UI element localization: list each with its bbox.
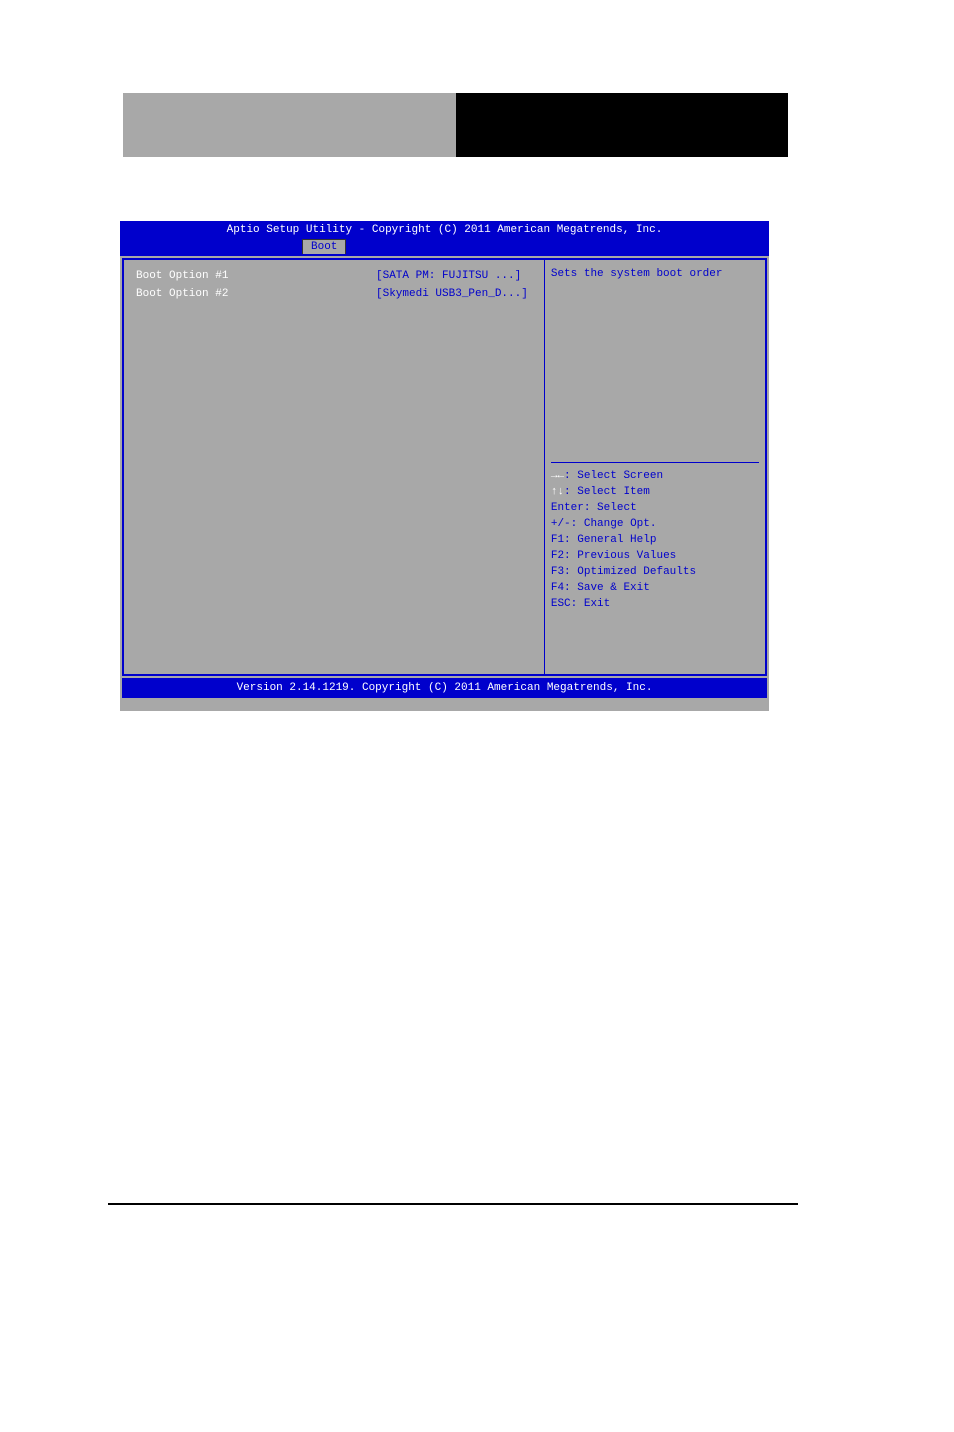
bios-settings-panel: Boot Option #1 [SATA PM: FUJITSU ...] Bo… bbox=[124, 260, 544, 674]
boot-option-row[interactable]: Boot Option #2 [Skymedi USB3_Pen_D...] bbox=[136, 286, 532, 303]
key-hint: ESC: Exit bbox=[551, 597, 759, 613]
key-hint: →←: Select Screen bbox=[551, 469, 759, 485]
key-arrows-ud-icon: ↑↓ bbox=[551, 486, 564, 498]
key-hint: +/-: Change Opt. bbox=[551, 517, 759, 533]
key-hint: Enter: Select bbox=[551, 501, 759, 517]
bios-key-legend: →←: Select Screen ↑↓: Select Item Enter:… bbox=[551, 463, 759, 612]
bios-main-panel: Boot Option #1 [SATA PM: FUJITSU ...] Bo… bbox=[122, 258, 767, 676]
tab-boot[interactable]: Boot bbox=[302, 239, 346, 254]
bios-help-text: Sets the system boot order bbox=[551, 268, 759, 463]
bios-help-panel: Sets the system boot order →←: Select Sc… bbox=[544, 260, 765, 674]
header-black bbox=[456, 93, 789, 157]
header-grey bbox=[123, 93, 456, 157]
bios-version-footer: Version 2.14.1219. Copyright (C) 2011 Am… bbox=[122, 678, 767, 698]
bios-screenshot: Aptio Setup Utility - Copyright (C) 2011… bbox=[120, 221, 769, 711]
key-hint: F2: Previous Values bbox=[551, 549, 759, 565]
boot-option-label: Boot Option #1 bbox=[136, 268, 376, 285]
key-hint: ↑↓: Select Item bbox=[551, 485, 759, 501]
boot-option-value: [Skymedi USB3_Pen_D...] bbox=[376, 286, 528, 303]
boot-option-label: Boot Option #2 bbox=[136, 286, 376, 303]
key-hint: F1: General Help bbox=[551, 533, 759, 549]
key-hint: F3: Optimized Defaults bbox=[551, 565, 759, 581]
boot-option-row[interactable]: Boot Option #1 [SATA PM: FUJITSU ...] bbox=[136, 268, 532, 285]
bios-title: Aptio Setup Utility - Copyright (C) 2011… bbox=[120, 221, 769, 239]
boot-option-value: [SATA PM: FUJITSU ...] bbox=[376, 268, 521, 285]
page-header-bar bbox=[123, 93, 788, 157]
key-hint: F4: Save & Exit bbox=[551, 581, 759, 597]
page-footer-divider bbox=[108, 1203, 798, 1205]
bios-tab-row: Boot bbox=[120, 239, 769, 256]
key-arrows-lr-icon: →← bbox=[551, 470, 564, 482]
